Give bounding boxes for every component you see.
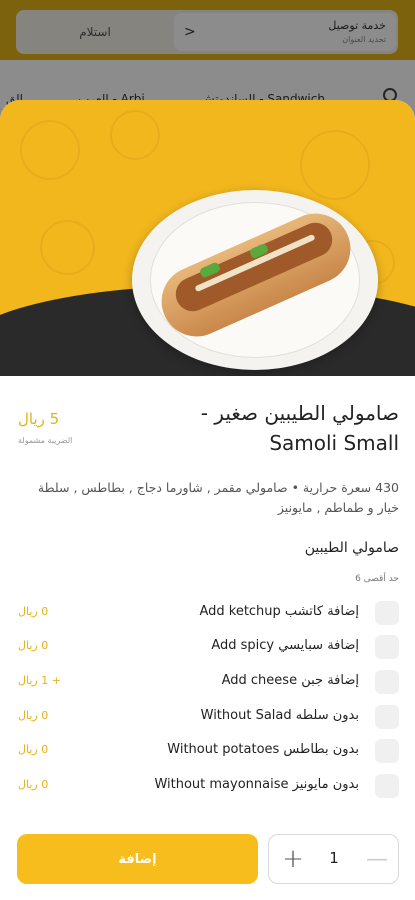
quantity-stepper: + 1 — (268, 834, 399, 884)
product-description: 430 سعرة حرارية • صامولي مقمر , شاورما د… (37, 480, 399, 515)
option-label: بدون سلطه Without Salad (200, 708, 359, 723)
option-checkbox[interactable] (375, 670, 399, 694)
option-checkbox[interactable] (375, 705, 399, 729)
option-label: بدون مايونيز Without mayonnaise (154, 777, 359, 792)
add-to-cart-button[interactable]: إضافة (17, 834, 258, 884)
option-checkbox[interactable] (375, 635, 399, 659)
option-price: 0 ريال (18, 639, 49, 652)
option-label: إضافة جبن Add cheese (221, 673, 359, 688)
option-price: 0 ريال (18, 778, 49, 791)
product-price: 5 ريال (18, 410, 60, 428)
option-row[interactable]: بدون سلطه Without Salad 0 ريال (0, 704, 415, 738)
option-row[interactable]: إضافة كاتشب Add ketchup 0 ريال (0, 600, 415, 634)
option-row[interactable]: إضافة جبن Add cheese + 1 ريال (0, 669, 415, 703)
option-label: إضافة كاتشب Add ketchup (199, 604, 359, 619)
product-title-en: Samoli Small (269, 431, 399, 455)
option-row[interactable]: بدون مايونيز Without mayonnaise 0 ريال (0, 773, 415, 807)
option-row[interactable]: إضافة سبايسي Add spicy 0 ريال (0, 634, 415, 668)
option-price: 0 ريال (18, 743, 49, 756)
plus-icon[interactable]: + (277, 843, 309, 875)
option-label: إضافة سبايسي Add spicy (211, 638, 359, 653)
vat-note: الضريبة مشمولة (18, 436, 73, 445)
option-price: + 1 ريال (18, 674, 61, 687)
option-checkbox[interactable] (375, 739, 399, 763)
option-label: بدون بطاطس Without potatoes (167, 742, 359, 757)
minus-icon[interactable]: — (361, 843, 393, 875)
options-group-limit: حد أقصى 6 (355, 574, 399, 584)
option-price: 0 ريال (18, 709, 49, 722)
option-price: 0 ريال (18, 605, 49, 618)
product-sheet: صامولي الطيبين صغير - Samoli Small 5 ريا… (0, 100, 415, 900)
product-title: صامولي الطيبين صغير - Samoli Small (129, 398, 399, 458)
quantity-value: 1 (329, 849, 339, 867)
options-group-title: صامولي الطيبين (304, 540, 399, 556)
product-image (0, 100, 415, 376)
option-checkbox[interactable] (375, 601, 399, 625)
option-checkbox[interactable] (375, 774, 399, 798)
option-row[interactable]: بدون بطاطس Without potatoes 0 ريال (0, 738, 415, 772)
product-title-ar: صامولي الطيبين صغير - (200, 401, 399, 425)
